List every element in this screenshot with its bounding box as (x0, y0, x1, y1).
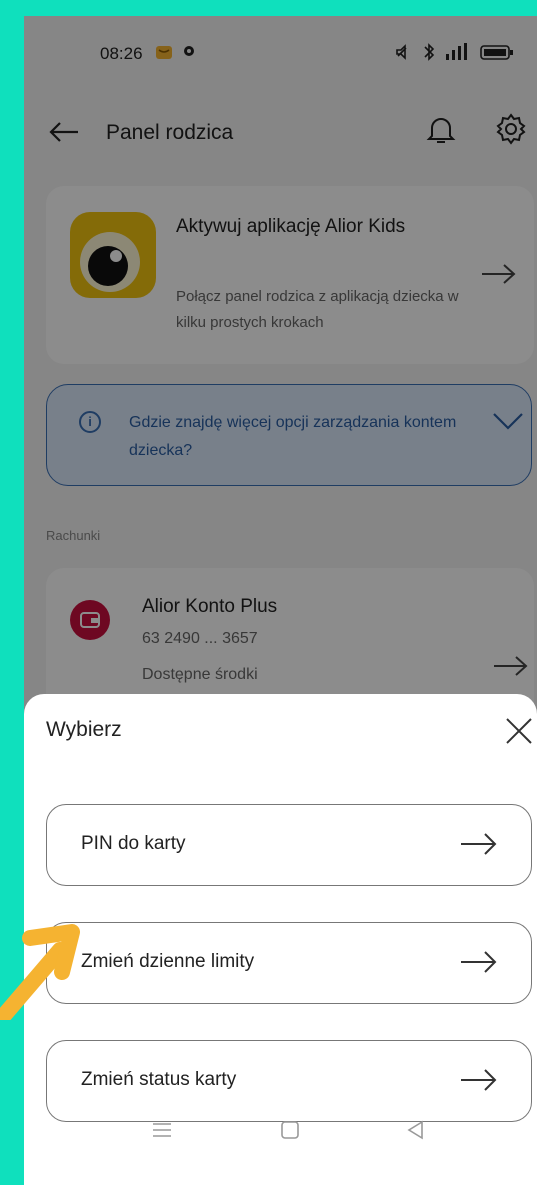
phone-screen: 08:26 Panel rodzica Aktywuj aplikację Al… (24, 16, 537, 1185)
option-label: Zmień status karty (81, 1069, 237, 1090)
close-icon[interactable] (504, 716, 534, 751)
pointer-arrow-icon (0, 920, 80, 1028)
home-square-icon[interactable] (278, 1118, 302, 1147)
option-label: PIN do karty (81, 833, 186, 854)
system-nav-bar (24, 1102, 537, 1172)
menu-icon[interactable] (150, 1118, 174, 1147)
option-daily-limits-button[interactable]: Zmień dzienne limity (46, 922, 532, 1004)
arrow-right-icon (459, 831, 499, 862)
option-label: Zmień dzienne limity (81, 951, 255, 972)
sheet-title: Wybierz (46, 718, 122, 741)
arrow-right-icon (459, 1067, 499, 1098)
back-triangle-icon[interactable] (404, 1118, 428, 1147)
arrow-right-icon (459, 949, 499, 980)
option-pin-button[interactable]: PIN do karty (46, 804, 532, 886)
